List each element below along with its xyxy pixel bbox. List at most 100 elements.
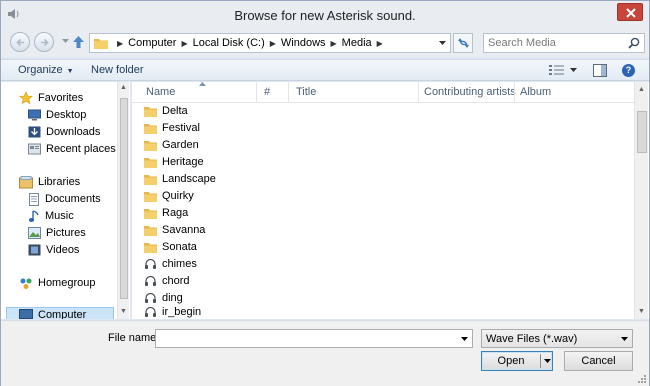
nav-scrollbar[interactable]: ▲ ▼ [117,82,129,319]
breadcrumb-computer[interactable]: Computer [128,37,176,49]
folder-icon [144,208,157,219]
list-item[interactable]: Landscape [144,171,216,187]
scroll-up-icon[interactable]: ▲ [120,84,127,91]
open-dropdown-icon[interactable] [544,359,551,363]
navigation-bar: ▶ Computer ▶ Local Disk (C:) ▶ Windows ▶… [1,29,649,57]
file-name-input[interactable] [159,332,449,345]
file-name-combobox[interactable] [155,329,473,348]
scroll-up-icon[interactable]: ▲ [638,86,645,93]
breadcrumb-separator-icon[interactable]: ▶ [117,39,123,48]
folder-icon [144,106,157,117]
nav-libraries[interactable]: Libraries [19,174,80,190]
headphones-icon [145,292,156,303]
breadcrumb-separator-icon[interactable]: ▶ [270,39,276,48]
back-button[interactable] [10,32,30,52]
nav-music-label: Music [45,210,74,222]
help-icon[interactable]: ? [622,64,635,77]
list-item[interactable]: Delta [144,103,188,119]
list-item[interactable]: Savanna [144,222,205,238]
file-list-scrollbar-thumb[interactable] [637,111,647,153]
folder-icon [144,225,157,236]
breadcrumb-media[interactable]: Media [342,37,372,49]
file-type-select[interactable]: Wave Files (*.wav) [481,329,633,348]
refresh-button[interactable] [453,33,473,53]
libraries-icon [19,175,33,188]
headphones-icon [145,258,156,269]
list-item[interactable]: Heritage [144,154,204,170]
open-button[interactable]: Open [481,351,553,371]
column-divider[interactable] [418,82,419,102]
views-dropdown-icon[interactable] [570,68,577,72]
breadcrumb-separator-icon[interactable]: ▶ [181,39,187,48]
column-divider[interactable] [256,82,257,102]
item-name: Sonata [162,241,197,253]
item-name: Quirky [162,190,194,202]
refresh-icon [458,38,469,48]
column-album[interactable]: Album [520,86,551,98]
item-name: chimes [162,258,197,270]
address-bar[interactable]: ▶ Computer ▶ Local Disk (C:) ▶ Windows ▶… [89,33,451,53]
list-item[interactable]: Sonata [144,239,197,255]
sort-ascending-icon [199,82,206,86]
file-name-label: File name: [108,332,160,344]
column-title[interactable]: Title [296,86,316,98]
nav-homegroup[interactable]: Homegroup [19,275,95,291]
folder-icon [94,39,108,49]
list-item[interactable]: chimes [144,256,197,272]
nav-desktop[interactable]: Desktop [28,107,86,123]
close-button[interactable] [617,3,643,21]
cancel-button[interactable]: Cancel [564,351,633,371]
nav-downloads[interactable]: Downloads [28,124,100,140]
file-type-value: Wave Files (*.wav) [486,333,578,345]
nav-scrollbar-thumb[interactable] [120,98,128,299]
column-contributing-artists[interactable]: Contributing artists [424,86,516,98]
column-number[interactable]: # [264,86,270,98]
chevron-down-icon[interactable] [461,337,468,341]
nav-homegroup-label: Homegroup [38,277,96,289]
column-divider[interactable] [514,82,515,102]
list-item[interactable]: Raga [144,205,188,221]
split-divider [540,354,541,368]
nav-pictures[interactable]: Pictures [28,225,86,241]
breadcrumb-separator-icon[interactable]: ▶ [331,39,337,48]
new-folder-button[interactable]: New folder [91,64,144,76]
change-view-icon[interactable] [549,64,565,76]
breadcrumb-separator-icon[interactable]: ▶ [377,39,383,48]
list-item[interactable]: Festival [144,120,200,136]
nav-music[interactable]: Music [28,208,74,224]
file-dialog-window: Browse for new Asterisk sound. ▶ Compute… [0,0,650,386]
search-input[interactable] [488,36,623,50]
item-name: Raga [162,207,189,219]
recent-locations-dropdown-icon[interactable] [62,39,69,44]
search-icon[interactable] [628,37,640,49]
title-bar[interactable]: Browse for new Asterisk sound. [1,1,649,29]
window-title: Browse for new Asterisk sound. [234,8,416,23]
breadcrumb-windows[interactable]: Windows [281,37,326,49]
list-item[interactable]: Quirky [144,188,194,204]
list-item[interactable]: Garden [144,137,199,153]
scroll-down-icon[interactable]: ▼ [638,308,645,315]
search-box[interactable] [483,33,645,53]
breadcrumb-local-disk[interactable]: Local Disk (C:) [193,37,265,49]
scroll-down-icon[interactable]: ▼ [120,308,127,315]
item-name: Savanna [162,224,206,236]
organize-label: Organize [18,64,63,76]
list-item[interactable]: ir_begin [144,304,201,319]
item-name: ding [162,292,183,304]
resize-grip-icon[interactable] [637,374,647,384]
nav-recent-places[interactable]: Recent places [28,141,116,157]
address-history-dropdown-icon[interactable] [439,41,446,45]
nav-favorites[interactable]: Favorites [19,90,83,106]
item-name: Garden [162,139,199,151]
nav-documents[interactable]: Documents [28,191,101,207]
organize-menu-button[interactable]: Organize ▼ [18,64,74,76]
list-item[interactable]: chord [144,273,190,289]
column-name[interactable]: Name [146,86,175,98]
file-list-scrollbar[interactable]: ▲ ▼ [634,82,648,319]
up-one-level-icon[interactable] [72,35,85,49]
nav-computer[interactable]: Computer [6,307,114,319]
nav-videos[interactable]: Videos [28,242,79,258]
column-divider[interactable] [288,82,289,102]
preview-pane-icon[interactable] [593,64,607,77]
forward-button[interactable] [34,32,54,52]
